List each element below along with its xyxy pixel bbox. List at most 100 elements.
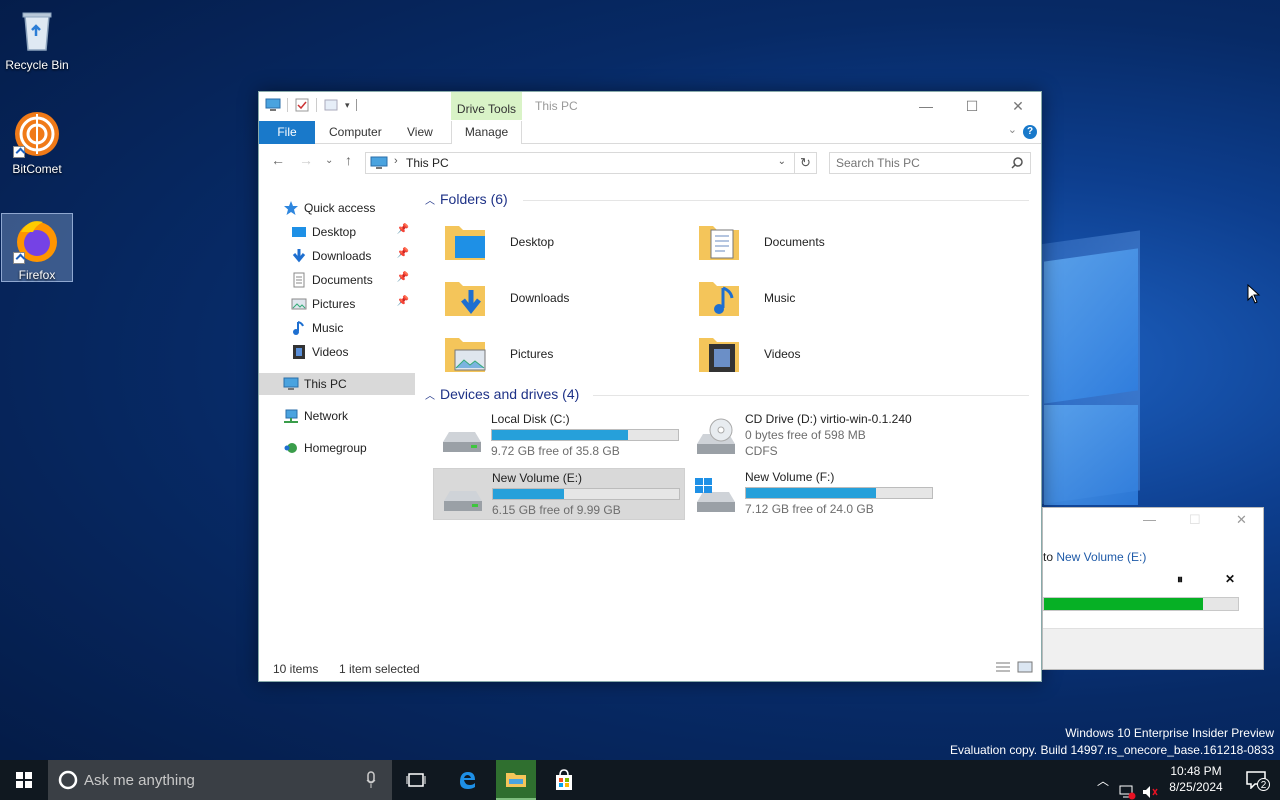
drive-item-c[interactable]: Local Disk (C:) 9.72 GB free of 35.8 GB [433, 410, 685, 462]
copy-progress-bar [1043, 597, 1239, 611]
windows-logo-icon [16, 772, 32, 788]
file-explorer-taskbar-button[interactable] [496, 760, 536, 800]
desktop-icon-bitcomet[interactable]: BitComet [0, 104, 74, 180]
copy-progress-fill [1044, 598, 1204, 610]
divider [593, 395, 1029, 396]
pin-icon[interactable]: 📌 [397, 296, 409, 307]
tab-view[interactable]: View [393, 121, 447, 144]
cortana-search-box[interactable] [48, 760, 392, 800]
folder-item-videos[interactable]: Videos [697, 330, 947, 380]
pictures-folder-icon [445, 338, 486, 372]
drive-name: New Volume (E:) [492, 471, 583, 485]
nav-quick-access[interactable]: Quick access [259, 197, 415, 219]
pin-icon[interactable]: 📌 [397, 248, 409, 259]
drive-filesystem: CDFS [745, 444, 778, 458]
nav-label: Documents [312, 273, 373, 287]
start-button[interactable] [0, 760, 48, 800]
forward-icon[interactable]: → [299, 152, 313, 168]
collapse-chevron-icon[interactable]: ︿ [425, 192, 435, 207]
details-view-icon[interactable] [995, 661, 1011, 673]
properties-icon[interactable] [294, 98, 310, 112]
minimize-button[interactable]: — [903, 92, 949, 120]
help-icon[interactable]: ? [1023, 125, 1037, 139]
title-bar[interactable]: ▾ Drive Tools This PC — ☐ ✕ [259, 92, 1041, 120]
minimize-icon[interactable]: — [1143, 512, 1156, 527]
new-folder-icon[interactable] [323, 98, 339, 112]
search-input[interactable] [836, 153, 1006, 173]
shortcut-arrow-icon [13, 146, 25, 158]
drive-item-e[interactable]: New Volume (E:) 6.15 GB free of 9.99 GB [433, 468, 685, 520]
pin-icon[interactable]: 📌 [397, 224, 409, 235]
nav-label: Videos [312, 345, 349, 359]
microphone-icon[interactable] [366, 771, 376, 789]
breadcrumb-this-pc[interactable]: This PC [406, 156, 449, 170]
minimize-icon: — [919, 98, 933, 114]
nav-desktop[interactable]: Desktop 📌 [259, 221, 415, 243]
devices-group-header[interactable]: ︿ Devices and drives (4) [423, 385, 1035, 405]
nav-label: Quick access [304, 201, 376, 215]
address-bar[interactable]: › This PC ⌄ ↻ [365, 152, 817, 174]
nav-pictures[interactable]: Pictures 📌 [259, 293, 415, 315]
folder-item-pictures[interactable]: Pictures [443, 330, 693, 380]
nav-videos[interactable]: Videos [259, 341, 415, 363]
expand-ribbon-icon[interactable]: ⌄ [1008, 123, 1017, 136]
nav-documents[interactable]: Documents 📌 [259, 269, 415, 291]
refresh-button[interactable]: ↻ [794, 153, 816, 173]
customize-qat-icon[interactable]: ▾ [345, 100, 350, 111]
drive-free-space: 6.15 GB free of 9.99 GB [492, 503, 621, 517]
folder-item-downloads[interactable]: Downloads [443, 274, 693, 324]
pin-icon[interactable]: 📌 [397, 272, 409, 283]
folder-label: Documents [764, 235, 825, 249]
folder-item-music[interactable]: Music [697, 274, 947, 324]
search-box[interactable] [829, 152, 1031, 174]
store-taskbar-button[interactable] [544, 760, 584, 800]
network-status-icon[interactable] [1118, 772, 1136, 800]
desktop-icon-firefox[interactable]: Firefox [1, 213, 73, 282]
folders-group-header[interactable]: ︿ Folders (6) [423, 190, 1035, 210]
separator [355, 99, 357, 111]
back-icon[interactable]: ← [271, 152, 285, 168]
action-center-button[interactable]: 2 [1236, 760, 1276, 800]
tab-file[interactable]: File [259, 121, 315, 144]
recent-locations-icon[interactable]: ⌄ [325, 155, 333, 166]
nav-network[interactable]: Network [259, 405, 415, 427]
close-button[interactable]: ✕ [995, 92, 1041, 120]
search-input[interactable] [84, 770, 354, 790]
desktop-icon-recycle-bin[interactable]: Recycle Bin [0, 0, 74, 76]
show-hidden-icons[interactable]: ︿ [1097, 772, 1109, 800]
nav-downloads[interactable]: Downloads 📌 [259, 245, 415, 267]
tab-manage[interactable]: Manage [451, 121, 522, 144]
pause-button[interactable]: ⏸ [1177, 572, 1183, 587]
copy-destination-link[interactable]: New Volume (E:) [1056, 550, 1146, 564]
ribbon-tabs: File Computer View Manage ⌄ ? [259, 120, 1041, 144]
collapse-chevron-icon[interactable]: ︿ [425, 387, 435, 402]
address-dropdown-icon[interactable]: ⌄ [778, 156, 786, 167]
pictures-icon [291, 298, 307, 310]
drive-item-f[interactable]: New Volume (F:) 7.12 GB free of 24.0 GB [687, 468, 939, 520]
folder-item-documents[interactable]: Documents [697, 218, 947, 268]
copy-progress-dialog[interactable]: — ☐ ✕ to New Volume (E:) ⏸ ✕ [1042, 507, 1264, 670]
cancel-copy-button[interactable]: ✕ [1225, 572, 1235, 586]
drive-item-d[interactable]: CD Drive (D:) virtio-win-0.1.240 0 bytes… [687, 410, 987, 462]
nav-label: Pictures [312, 297, 356, 311]
folder-item-desktop[interactable]: Desktop [443, 218, 693, 268]
tab-computer[interactable]: Computer [315, 121, 396, 144]
hdd-icon [443, 432, 481, 452]
task-view-icon [406, 773, 426, 787]
watermark-line: Evaluation copy. Build 14997.rs_onecore_… [949, 743, 1274, 757]
copy-prefix: to [1043, 550, 1057, 564]
large-icons-view-icon[interactable] [1017, 661, 1033, 673]
task-view-button[interactable] [396, 760, 436, 800]
nav-homegroup[interactable]: Homegroup [259, 437, 415, 459]
breadcrumb-chevron-icon[interactable]: › [394, 155, 398, 167]
nav-music[interactable]: Music [259, 317, 415, 339]
close-icon[interactable]: ✕ [1236, 512, 1247, 528]
maximize-icon[interactable]: ☐ [1189, 512, 1201, 528]
drive-free-space: 9.72 GB free of 35.8 GB [491, 444, 620, 458]
nav-this-pc[interactable]: This PC [259, 373, 415, 395]
file-explorer-window[interactable]: ▾ Drive Tools This PC — ☐ ✕ File Compute… [258, 91, 1042, 682]
up-icon[interactable]: ↑ [345, 152, 352, 168]
maximize-button[interactable]: ☐ [949, 92, 995, 120]
edge-taskbar-button[interactable] [447, 760, 487, 800]
system-clock[interactable]: 10:48 PM 8/25/2024 [1156, 763, 1236, 795]
